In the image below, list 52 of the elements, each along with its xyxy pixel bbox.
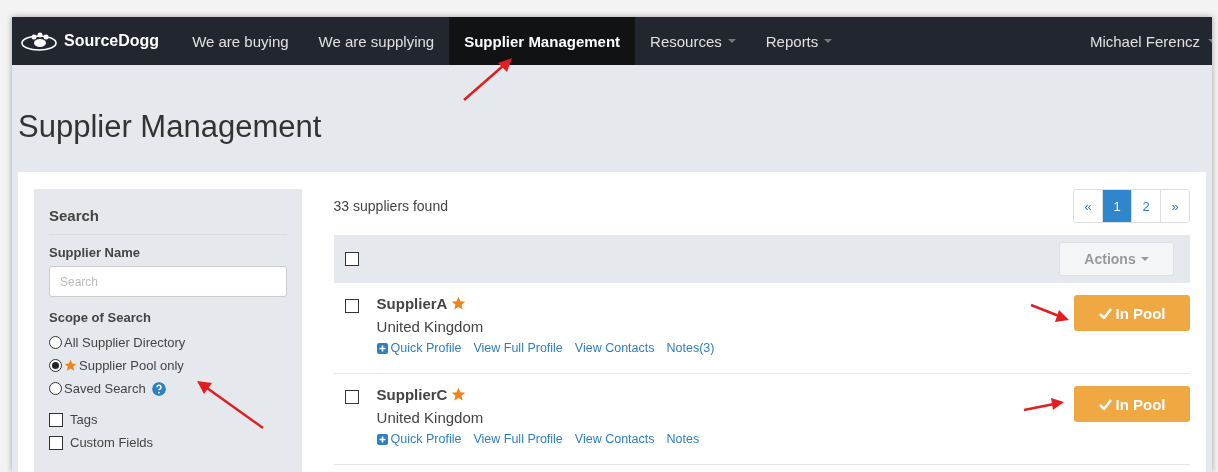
profile-link[interactable]: View Contacts [574,432,655,446]
field-label: Scope of Search [49,310,152,325]
nav-link[interactable]: We are buying [177,17,304,65]
profile-link[interactable]: Notes [666,432,700,446]
checkbox-label: Tags [70,412,98,427]
checkbox[interactable] [49,435,63,450]
checkbox[interactable] [49,412,63,427]
field-label: Supplier Name [49,245,142,260]
check-icon [1098,307,1112,319]
checkbox-label: Custom Fields [70,435,154,450]
supplier-country: United Kingdom [376,409,485,426]
radio-button[interactable] [49,336,62,349]
supplier-country: United Kingdom [376,318,485,335]
profile-link[interactable]: Notes(3) [666,341,715,355]
page-link[interactable]: 1 [1102,190,1131,222]
help-icon[interactable] [151,381,166,396]
logo-text[interactable]: SourceDogg [64,32,160,50]
user-menu[interactable]: Michael Ferencz [1074,17,1212,65]
check-icon [1098,398,1112,410]
annotation-arrow [462,57,514,102]
results-count: 33 suppliers found [333,198,448,214]
annotation-arrow [195,380,265,430]
profile-link[interactable]: Quick Profile [376,432,462,446]
checkbox[interactable] [344,299,359,313]
radio-label: Saved Search [64,381,146,396]
page-link[interactable]: » [1160,190,1189,222]
supplier-name[interactable]: SupplierA [376,295,448,312]
radio-button[interactable] [49,359,62,372]
profile-link[interactable]: View Contacts [574,341,655,355]
radio-label: All Supplier Directory [64,335,186,350]
nav-link[interactable]: Resources [635,17,751,65]
radio-button[interactable] [49,382,62,395]
actions-button[interactable]: Actions [1059,242,1174,276]
profile-link[interactable]: View Full Profile [473,432,563,446]
caret-icon [1140,257,1149,261]
nav-link[interactable]: Supplier Management [449,17,636,65]
nav-link[interactable]: We are supplying [303,17,450,65]
supplier-name[interactable]: SupplierC [376,386,448,403]
checkbox[interactable] [344,390,359,404]
checkbox[interactable] [344,252,359,266]
nav-link[interactable]: Reports [750,17,848,65]
panel-title: Search [49,207,287,235]
page-title: Supplier Management [18,107,322,145]
profile-link[interactable]: View Full Profile [473,341,563,355]
annotation-arrow [1029,302,1071,324]
search-field[interactable]: Search [49,266,287,297]
star-icon [64,359,77,372]
plus-icon [376,433,388,445]
plus-icon [376,342,388,354]
profile-link[interactable]: Quick Profile [376,341,462,355]
paw-logo-icon [20,30,60,52]
radio-label: Supplier Pool only [79,358,184,373]
